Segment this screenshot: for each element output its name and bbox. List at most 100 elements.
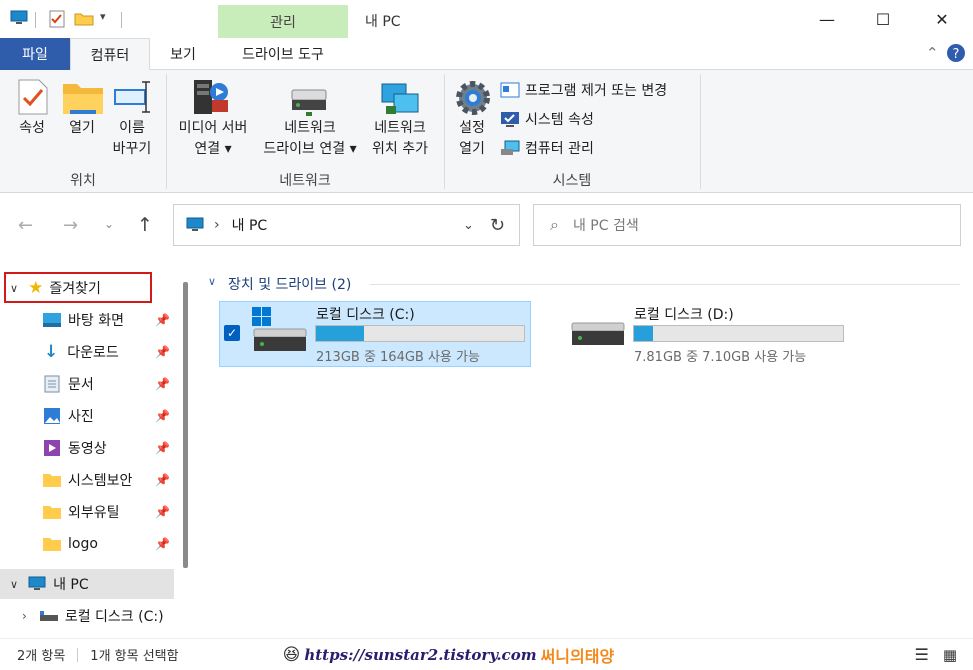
uninstall-program-button[interactable]: 프로그램 제거 또는 변경 [500, 80, 667, 100]
pin-icon[interactable]: 📌 [155, 537, 170, 551]
content-pane: ∨ 장치 및 드라이브 (2) ✓ 로컬 디스크 (C:) 213GB 중 16… [194, 262, 973, 638]
folder-open-icon [63, 84, 103, 114]
folder-icon [43, 538, 61, 551]
watermark-url: https://sunstar2.tistory.com [304, 645, 537, 664]
usage-fill [634, 326, 653, 341]
refresh-icon[interactable]: ↻ [490, 215, 505, 236]
properties-check-icon[interactable] [49, 10, 65, 28]
tab-computer[interactable]: 컴퓨터 [70, 38, 150, 71]
sidebar-item-label: 시스템보안 [68, 473, 133, 489]
highlight-box [4, 272, 152, 303]
drive-c-icon [252, 307, 307, 351]
address-dropdown-icon[interactable]: ⌄ [463, 218, 474, 233]
add-location-label-1: 네트워크 [374, 120, 426, 136]
add-location-label-2: 위치 추가 [372, 141, 428, 157]
up-arrow-icon[interactable]: ↑ [137, 214, 153, 236]
sidebar-item-documents[interactable]: 문서 📌 [0, 369, 174, 399]
tab-view[interactable]: 보기 [150, 38, 216, 70]
forward-arrow-icon[interactable]: → [63, 215, 78, 236]
computer-icon [10, 10, 28, 24]
properties-icon [18, 79, 48, 115]
pin-icon[interactable]: 📌 [155, 409, 170, 423]
drive-c-usage-bar [315, 325, 525, 342]
rename-label-2: 바꾸기 [112, 141, 152, 157]
sidebar-item-this-pc[interactable]: ∨ 내 PC [0, 569, 174, 599]
divider [121, 12, 122, 28]
collapse-ribbon-icon[interactable]: ⌃ [926, 44, 939, 62]
sidebar-item-folder[interactable]: logo 📌 [0, 529, 174, 559]
pin-icon[interactable]: 📌 [155, 345, 170, 359]
tab-file[interactable]: 파일 [0, 38, 70, 70]
search-icon: ⌕ [550, 215, 559, 234]
emoji-icon: 😆 [282, 644, 301, 665]
breadcrumb[interactable]: 내 PC [232, 215, 268, 235]
divider [370, 284, 960, 285]
media-server-label-2: 연결 ▾ [194, 141, 232, 157]
divider [700, 74, 701, 189]
address-bar[interactable]: › 내 PC ⌄ ↻ [173, 204, 520, 246]
svg-text:?: ? [953, 47, 960, 62]
scrollbar-thumb[interactable] [183, 282, 188, 568]
folder-icon [43, 474, 61, 487]
system-properties-label: 시스템 속성 [525, 112, 594, 128]
computer-management-button[interactable]: 컴퓨터 관리 [500, 138, 594, 158]
settings-label-1: 설정 [459, 120, 485, 136]
uninstall-label: 프로그램 제거 또는 변경 [525, 83, 668, 99]
sidebar-item-videos[interactable]: 동영상 📌 [0, 433, 174, 463]
search-input[interactable]: 내 PC 검색 [573, 215, 639, 235]
sidebar-item-downloads[interactable]: ↓ 다운로드 📌 [0, 337, 174, 367]
pin-icon[interactable]: 📌 [155, 441, 170, 455]
details-view-icon[interactable]: ☰ [914, 645, 928, 664]
main-area: ∨ ★ 즐겨찾기 바탕 화면 📌 ↓ 다운로드 📌 문서 📌 사진 📌 동영상 [0, 262, 973, 638]
window-title: 내 PC [365, 14, 401, 30]
maximize-button[interactable]: ☐ [856, 0, 910, 38]
sidebar-item-desktop[interactable]: 바탕 화면 📌 [0, 305, 174, 335]
navigation-pane: ∨ ★ 즐겨찾기 바탕 화면 📌 ↓ 다운로드 📌 문서 📌 사진 📌 동영상 [0, 262, 194, 638]
chevron-down-icon[interactable]: ∨ [208, 275, 216, 288]
pin-icon[interactable]: 📌 [155, 377, 170, 391]
download-icon: ↓ [44, 342, 59, 362]
chevron-down-icon[interactable]: ∨ [10, 578, 18, 591]
close-button[interactable]: ✕ [915, 0, 969, 38]
pin-icon[interactable]: 📌 [155, 473, 170, 487]
tab-manage-context[interactable]: 관리 [218, 5, 348, 38]
chevron-right-icon[interactable]: › [22, 609, 27, 623]
chevron-down-icon[interactable]: ▾ [100, 10, 106, 23]
sidebar-item-local-disk[interactable]: › 로컬 디스크 (C:) [0, 601, 174, 631]
sidebar-item-label: 바탕 화면 [68, 313, 124, 329]
recent-locations-icon[interactable]: ⌄ [104, 217, 114, 231]
system-properties-button[interactable]: 시스템 속성 [500, 109, 594, 129]
ribbon: 속성 열기 이름 바꾸기 위치 미디어 서버 연결 ▾ 네트워크 드라이브 연결… [0, 70, 973, 193]
rename-icon [114, 81, 150, 113]
system-properties-icon [501, 112, 519, 127]
sidebar-item-folder[interactable]: 외부유틸 📌 [0, 497, 174, 527]
computer-icon [186, 217, 204, 231]
network-drive-icon [291, 89, 327, 116]
section-header[interactable]: 장치 및 드라이브 (2) [228, 274, 351, 294]
program-icon [500, 82, 520, 98]
folder-icon[interactable] [74, 11, 94, 26]
minimize-button[interactable]: — [800, 0, 854, 38]
computer-icon [28, 576, 46, 590]
search-box[interactable]: ⌕ 내 PC 검색 [533, 204, 961, 246]
divider [77, 647, 79, 662]
sidebar-item-label: 다운로드 [67, 345, 119, 361]
sidebar-item-label: 내 PC [53, 577, 89, 593]
tiles-view-icon[interactable]: ▦ [943, 646, 957, 664]
group-label-system: 시스템 [552, 173, 592, 189]
drive-d-name: 로컬 디스크 (D:) [634, 307, 734, 323]
video-icon [44, 440, 60, 456]
tab-drive-tools[interactable]: 드라이브 도구 [218, 38, 348, 70]
sidebar-item-label: 로컬 디스크 (C:) [64, 609, 164, 625]
sidebar-item-folder[interactable]: 시스템보안 📌 [0, 465, 174, 495]
sidebar-item-pictures[interactable]: 사진 📌 [0, 401, 174, 431]
rename-label-1: 이름 [119, 120, 145, 136]
pin-icon[interactable]: 📌 [155, 313, 170, 327]
checkbox[interactable]: ✓ [224, 325, 240, 341]
help-icon[interactable]: ? [946, 43, 966, 63]
map-drive-label-1: 네트워크 [284, 120, 336, 136]
gear-icon [456, 81, 490, 115]
divider [35, 12, 36, 28]
pin-icon[interactable]: 📌 [155, 505, 170, 519]
back-arrow-icon[interactable]: ← [18, 215, 33, 236]
